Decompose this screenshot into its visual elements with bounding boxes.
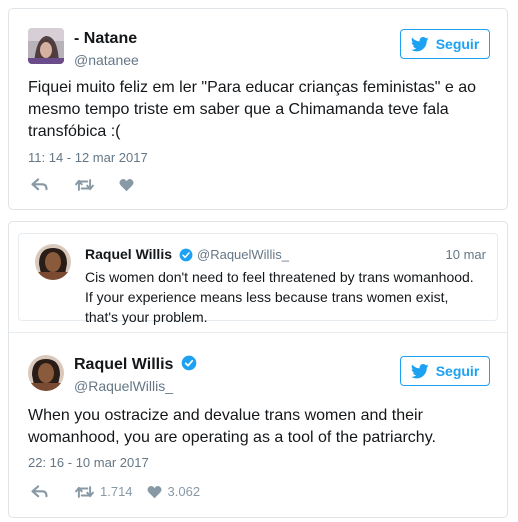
tweet-card-raquel: Raquel Willis @RaquelWillis_ 10 mar Cis … — [8, 221, 508, 518]
twitter-bird-icon — [410, 36, 429, 51]
quoted-avatar[interactable] — [35, 244, 71, 280]
username[interactable]: @natanee — [74, 52, 139, 68]
quoted-date[interactable]: 10 mar — [446, 247, 486, 262]
verified-badge-icon — [181, 355, 197, 371]
retweet-icon — [75, 179, 94, 191]
reply-button[interactable] — [31, 484, 48, 499]
like-button[interactable] — [119, 178, 134, 192]
tweet-text: When you ostracize and devalue trans wom… — [28, 407, 436, 446]
quoted-display-name[interactable]: Raquel Willis — [85, 246, 193, 262]
avatar[interactable] — [28, 28, 64, 64]
avatar[interactable] — [28, 355, 64, 391]
display-name[interactable]: Raquel Willis — [74, 355, 197, 374]
avatar-image — [35, 244, 71, 280]
quoted-text: Cis women don't need to feel threatened … — [85, 269, 474, 325]
avatar-image — [28, 355, 64, 391]
reply-icon — [31, 484, 48, 497]
like-button[interactable]: 3.062 — [146, 484, 201, 499]
retweet-count: 1.714 — [100, 484, 133, 499]
heart-icon — [146, 485, 162, 498]
follow-button[interactable]: Seguir — [400, 29, 490, 59]
username[interactable]: @RaquelWillis_ — [74, 378, 173, 394]
retweet-button[interactable]: 1.714 — [75, 484, 133, 499]
tweet-timestamp[interactable]: 11: 14 - 12 mar 2017 — [28, 150, 148, 165]
retweet-button[interactable] — [75, 178, 94, 192]
follow-label: Seguir — [435, 36, 480, 52]
display-name[interactable]: - Natane — [74, 30, 137, 48]
tweet-actions — [31, 178, 134, 192]
reply-icon — [31, 178, 48, 191]
divider — [9, 332, 507, 333]
quoted-tweet[interactable]: Raquel Willis @RaquelWillis_ 10 mar Cis … — [18, 233, 498, 325]
tweet-actions: 1.714 3.062 — [31, 484, 200, 499]
reply-button[interactable] — [31, 178, 48, 192]
follow-label: Seguir — [435, 363, 480, 379]
tweet-text: Fiquei muito feliz em ler "Para educar c… — [28, 79, 476, 140]
like-count: 3.062 — [167, 484, 201, 499]
tweet-card-natane: - Natane @natanee Seguir Fiquei muito fe… — [8, 8, 508, 210]
follow-button[interactable]: Seguir — [400, 356, 490, 386]
twitter-bird-icon — [410, 363, 429, 378]
heart-icon — [119, 178, 134, 192]
verified-badge-icon — [179, 248, 193, 262]
avatar-image — [28, 28, 64, 64]
retweet-icon — [75, 485, 94, 498]
quoted-username[interactable]: @RaquelWillis_ — [197, 247, 289, 262]
tweet-timestamp[interactable]: 22: 16 - 10 mar 2017 — [28, 455, 149, 470]
